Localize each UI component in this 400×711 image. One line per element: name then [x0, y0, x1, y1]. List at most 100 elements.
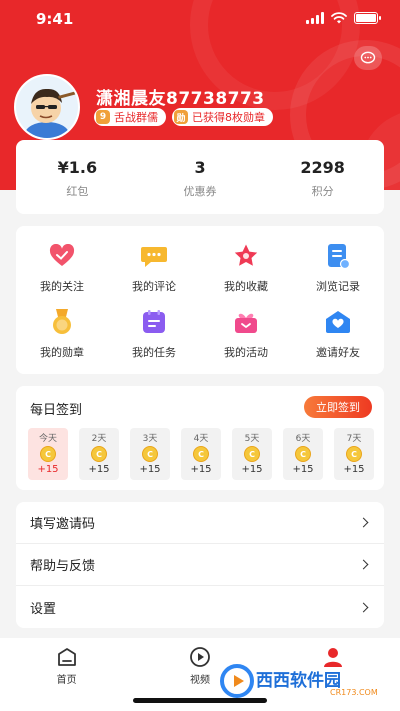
- medal-count-icon: 勋: [174, 110, 188, 124]
- chevron-right-icon: [358, 517, 369, 528]
- signin-day[interactable]: 5天 C +15: [232, 428, 272, 480]
- battery-icon: [354, 12, 381, 24]
- task-list-icon: [140, 308, 168, 336]
- signal-icon: [306, 12, 324, 24]
- star-icon: [232, 242, 260, 270]
- day-label: 4天: [193, 434, 209, 444]
- home-icon: [56, 646, 78, 668]
- stat-points[interactable]: 2298 积分: [261, 140, 384, 214]
- chat-bubble-icon: [140, 242, 168, 270]
- coin-icon: C: [91, 446, 107, 462]
- stat-red-packet[interactable]: ¥1.6 红包: [16, 140, 139, 214]
- tab-home[interactable]: 首页: [0, 638, 133, 711]
- grid-item-invite[interactable]: 邀请好友: [292, 304, 384, 370]
- grid-item-favorites[interactable]: 我的收藏: [200, 238, 292, 304]
- day-points: +15: [37, 464, 59, 475]
- avatar-cartoon-icon: [16, 76, 78, 138]
- coin-icon: C: [40, 446, 56, 462]
- stat-label: 优惠券: [183, 185, 217, 198]
- watermark-text: 西西软件园: [256, 670, 341, 691]
- grid-item-medals[interactable]: 我的勋章: [16, 304, 108, 370]
- gift-icon: [232, 308, 260, 336]
- stats-card: ¥1.6 红包 3 优惠券 2298 积分: [16, 140, 384, 214]
- stat-value: 3: [194, 158, 206, 177]
- badge-medals[interactable]: 勋 已获得8枚勋章: [172, 108, 273, 126]
- status-icons: [306, 12, 381, 24]
- chevron-right-icon: [358, 559, 369, 570]
- daily-signin-card: 每日签到 立即签到 今天 C +15 2天 C +15 3天 C +15 4天 …: [16, 386, 384, 490]
- coin-icon: C: [244, 446, 260, 462]
- day-label: 7天: [346, 434, 362, 444]
- tab-label: 首页: [56, 675, 77, 686]
- day-label: 今天: [38, 434, 57, 444]
- settings-menu: 填写邀请码 帮助与反馈 设置: [16, 502, 384, 628]
- status-bar: 9:41: [0, 0, 400, 40]
- stat-label: 积分: [311, 185, 334, 198]
- grid-label: 我的评论: [132, 280, 176, 293]
- level-icon: 9: [96, 110, 110, 124]
- day-points: +15: [190, 464, 212, 475]
- grid-label: 浏览记录: [316, 280, 360, 293]
- signin-day[interactable]: 4天 C +15: [181, 428, 221, 480]
- grid-item-comments[interactable]: 我的评论: [108, 238, 200, 304]
- day-points: +15: [343, 464, 365, 475]
- grid-label: 我的任务: [132, 346, 176, 359]
- home-indicator: [133, 698, 267, 703]
- day-points: +15: [88, 464, 110, 475]
- stat-value: ¥1.6: [57, 158, 98, 177]
- avatar[interactable]: [14, 74, 80, 140]
- badge-title[interactable]: 9 舌战群儒: [94, 108, 166, 126]
- day-label: 6天: [295, 434, 311, 444]
- coin-icon: C: [193, 446, 209, 462]
- coin-icon: C: [346, 446, 362, 462]
- coin-icon: C: [295, 446, 311, 462]
- status-time: 9:41: [36, 10, 74, 28]
- envelope-icon: [324, 308, 352, 336]
- badge-list: 9 舌战群儒 勋 已获得8枚勋章: [94, 108, 273, 126]
- menu-label: 填写邀请码: [30, 517, 96, 532]
- grid-label: 我的关注: [40, 280, 84, 293]
- document-icon: [324, 242, 352, 270]
- signin-title: 每日签到: [30, 403, 83, 418]
- badge-label: 已获得8枚勋章: [192, 111, 265, 124]
- wifi-icon: [331, 12, 347, 24]
- stat-coupons[interactable]: 3 优惠券: [139, 140, 262, 214]
- signin-day[interactable]: 今天 C +15: [28, 428, 68, 480]
- signin-day[interactable]: 6天 C +15: [283, 428, 323, 480]
- stat-value: 2298: [300, 158, 345, 177]
- signin-day[interactable]: 3天 C +15: [130, 428, 170, 480]
- grid-label: 我的活动: [224, 346, 268, 359]
- signin-day[interactable]: 2天 C +15: [79, 428, 119, 480]
- coin-icon: C: [142, 446, 158, 462]
- grid-label: 我的勋章: [40, 346, 84, 359]
- watermark-subtext: CR173.COM: [330, 688, 378, 697]
- signin-day[interactable]: 7天 C +15: [334, 428, 374, 480]
- profile-screen: 9:41 潇湘晨友87738773 9 舌战群儒 勋 已获得8枚勋章 ¥1.6 …: [0, 0, 400, 711]
- grid-item-history[interactable]: 浏览记录: [292, 238, 384, 304]
- message-button[interactable]: [354, 46, 382, 70]
- heart-icon: [48, 242, 76, 270]
- grid-item-activities[interactable]: 我的活动: [200, 304, 292, 370]
- play-icon: [189, 646, 211, 668]
- menu-item-help-feedback[interactable]: 帮助与反馈: [16, 544, 384, 586]
- day-points: +15: [139, 464, 161, 475]
- menu-item-settings[interactable]: 设置: [16, 586, 384, 628]
- day-label: 3天: [142, 434, 158, 444]
- day-label: 2天: [91, 434, 107, 444]
- grid-item-follows[interactable]: 我的关注: [16, 238, 108, 304]
- grid-item-tasks[interactable]: 我的任务: [108, 304, 200, 370]
- tab-label: 视频: [189, 675, 210, 686]
- chevron-right-icon: [358, 602, 369, 612]
- grid-label: 我的收藏: [224, 280, 268, 293]
- menu-label: 设置: [30, 601, 57, 617]
- stat-label: 红包: [66, 185, 89, 198]
- username: 潇湘晨友87738773: [96, 89, 265, 109]
- menu-item-invite-code[interactable]: 填写邀请码: [16, 502, 384, 544]
- watermark-logo: 西西软件园 CR173.COM: [220, 664, 390, 698]
- day-points: +15: [292, 464, 314, 475]
- signin-button[interactable]: 立即签到: [304, 396, 372, 418]
- day-label: 5天: [244, 434, 260, 444]
- chat-icon: [360, 51, 376, 64]
- medal-icon: [48, 308, 76, 336]
- menu-label: 帮助与反馈: [30, 559, 96, 574]
